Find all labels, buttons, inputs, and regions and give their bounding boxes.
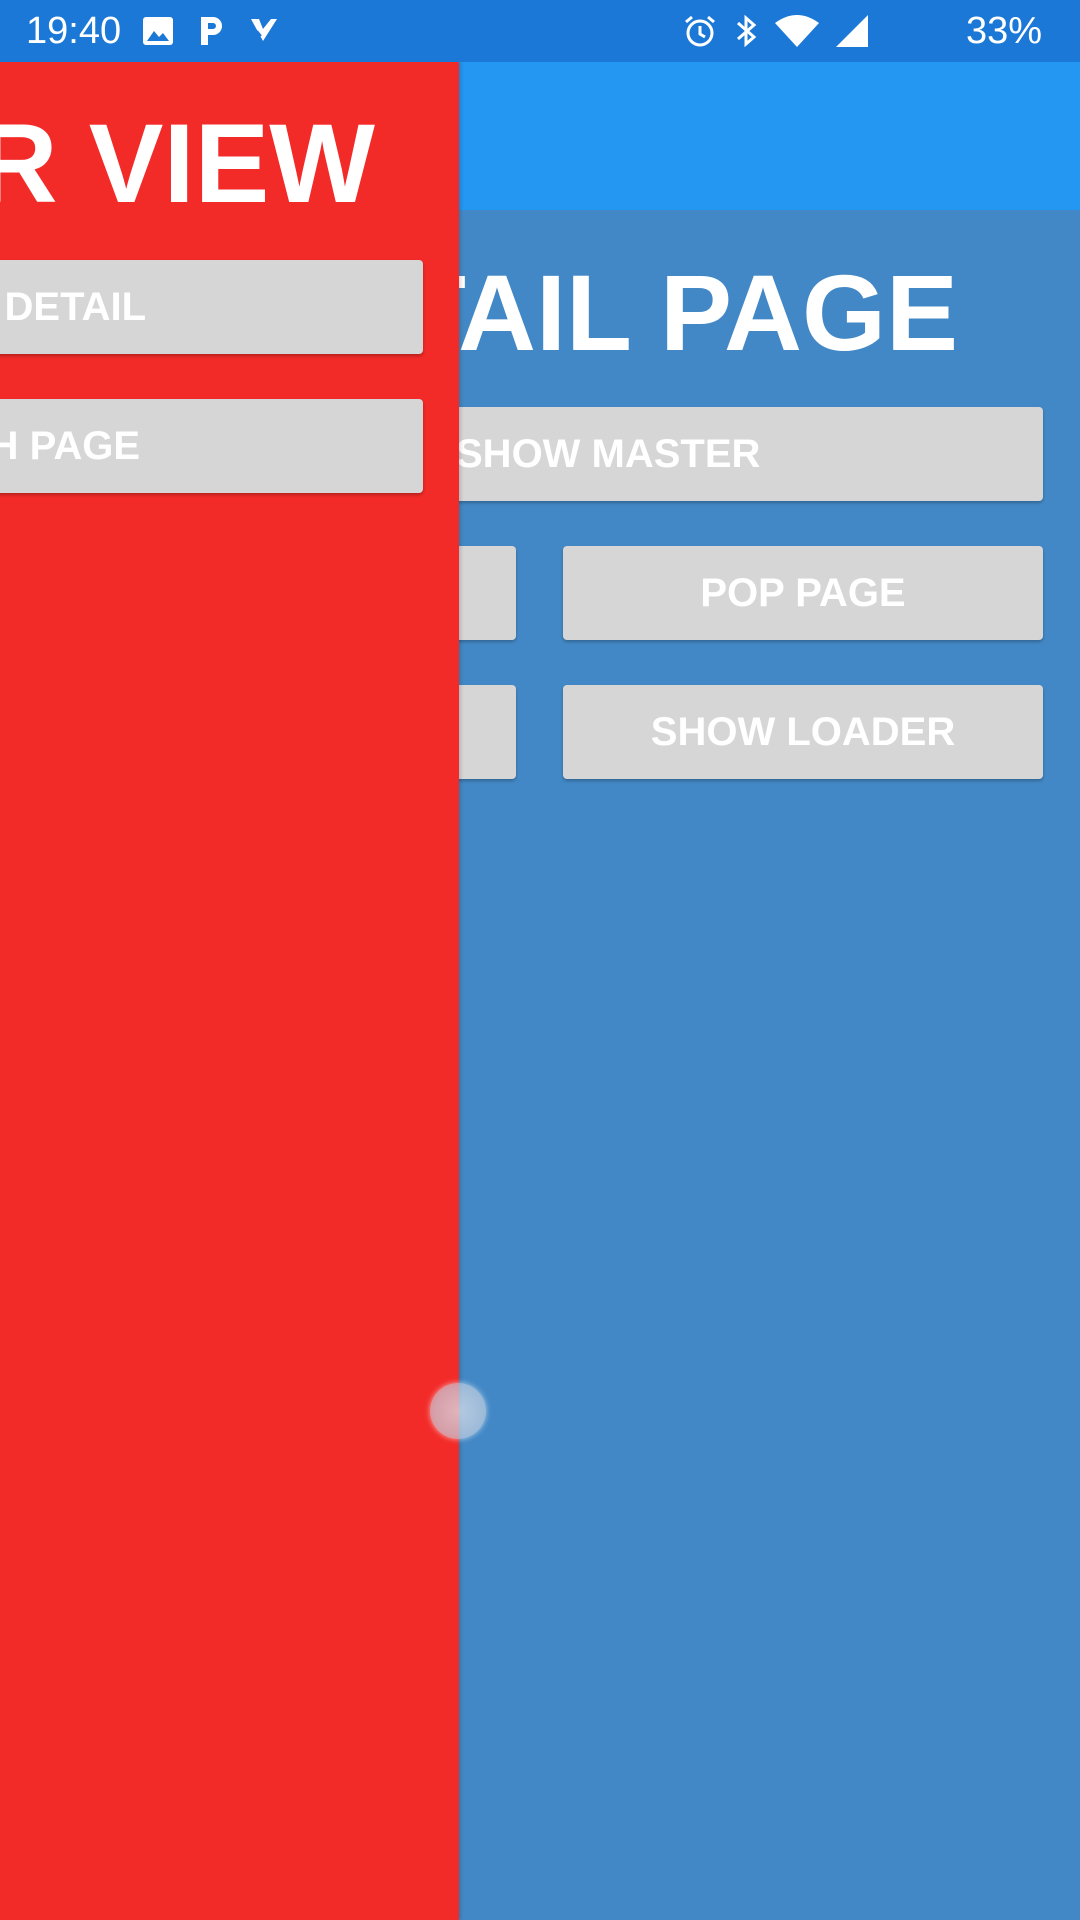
status-bar: 19:40 33% [0, 0, 1080, 62]
show-detail-label: SHOW DETAIL [0, 284, 146, 329]
show-detail-button[interactable]: SHOW DETAIL [0, 260, 423, 354]
status-time: 19:40 [26, 10, 122, 52]
signal-icon [834, 13, 870, 49]
push-page-button[interactable]: PUSH PAGE [0, 399, 423, 493]
master-view-title: MASTER VIEW [0, 101, 375, 226]
battery-level: 33% [965, 10, 1042, 52]
alarm-icon [682, 13, 718, 49]
image-icon [142, 16, 174, 46]
pop-page-label: POP PAGE [700, 570, 906, 615]
show-loader-button[interactable]: SHOW LOADER [563, 685, 1043, 779]
checkmark-app-icon [248, 15, 280, 47]
touch-indicator [430, 1383, 486, 1439]
show-master-label: SHOW MASTER [456, 431, 761, 476]
status-right-icons [682, 13, 870, 49]
bluetooth-icon [732, 13, 760, 49]
screen: 19:40 33% DETAIL PAGE SHOW MASTER POP PA… [0, 0, 1080, 1920]
pop-page-button[interactable]: POP PAGE [563, 546, 1043, 640]
master-drawer[interactable]: MASTER VIEW SHOW DETAIL PUSH PAGE [0, 62, 459, 1920]
status-left-icons [142, 13, 280, 49]
wifi-icon [774, 13, 820, 49]
p-app-icon [196, 15, 226, 47]
show-loader-label: SHOW LOADER [650, 709, 956, 754]
push-page-label: PUSH PAGE [0, 423, 140, 468]
